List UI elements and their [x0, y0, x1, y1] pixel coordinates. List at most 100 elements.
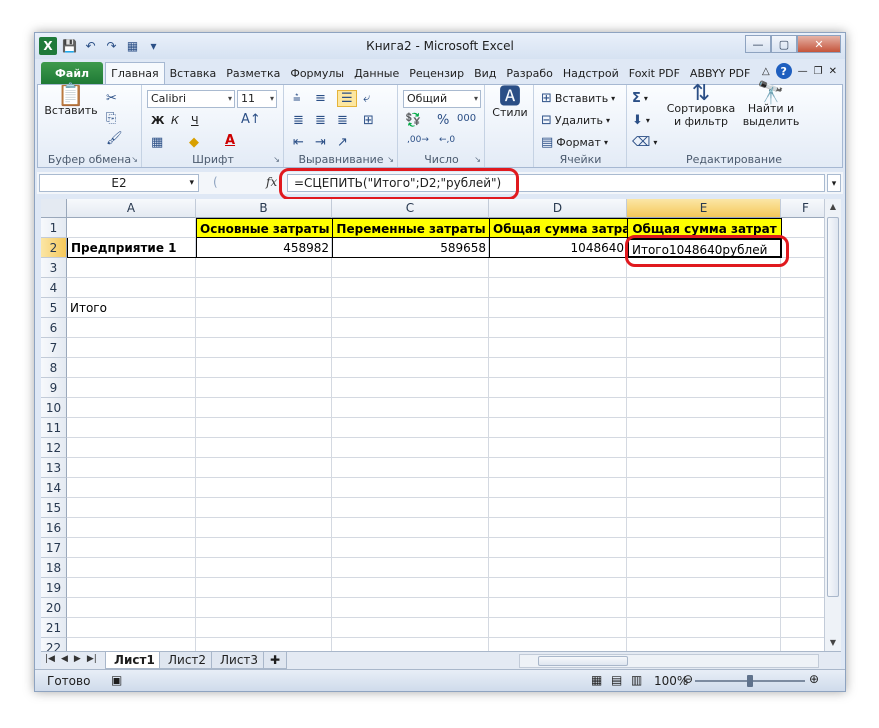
grid-cell[interactable] [489, 278, 627, 298]
grid-cell[interactable] [627, 458, 781, 478]
grid-cell[interactable] [489, 498, 627, 518]
clipboard-launcher-icon[interactable]: ↘ [131, 155, 138, 164]
row-header-4[interactable]: 4 [41, 278, 67, 298]
grid-cell[interactable] [67, 438, 196, 458]
wrap-text-icon[interactable]: ⤶ [363, 91, 370, 106]
formula-bar-splitter-icon[interactable]: ( [213, 175, 218, 189]
decrease-decimal-icon[interactable]: ←,0 [439, 135, 455, 145]
grid-cell[interactable] [489, 618, 627, 638]
column-header-e[interactable]: E [627, 199, 781, 218]
decrease-indent-icon[interactable]: ⇤ [293, 135, 304, 150]
grid-cell[interactable] [332, 358, 489, 378]
page-break-view-icon[interactable]: ▥ [631, 673, 642, 687]
grid-cell[interactable] [489, 438, 627, 458]
fill-color-icon[interactable]: ◆ [189, 135, 199, 150]
grid-cell[interactable] [332, 398, 489, 418]
row-header-12[interactable]: 12 [41, 438, 67, 458]
tab-foxit-pdf[interactable]: Foxit PDF [624, 62, 685, 84]
cell-a2[interactable]: Предприятие 1 [67, 238, 197, 258]
grid-cell[interactable] [332, 438, 489, 458]
grid-cell[interactable] [489, 258, 627, 278]
format-cells-button[interactable]: ▤ Формат ▾ [541, 135, 608, 150]
styles-button[interactable]: 🅰 Стили [488, 87, 532, 120]
grid-cell[interactable] [196, 358, 332, 378]
align-bottom-icon[interactable]: ☰ [337, 90, 357, 107]
tab-view[interactable]: Вид [469, 62, 501, 84]
grid-cell[interactable] [627, 298, 781, 318]
grid-cell[interactable] [196, 458, 332, 478]
row-header-14[interactable]: 14 [41, 478, 67, 498]
column-header-d[interactable]: D [489, 199, 627, 218]
grid-cell[interactable] [67, 218, 196, 238]
grid-cell[interactable] [67, 598, 196, 618]
grid-cell[interactable] [489, 458, 627, 478]
cell-c1[interactable]: Переменные затраты [332, 218, 490, 238]
autosum-icon[interactable]: Σ ▾ [632, 91, 648, 106]
tab-page-layout[interactable]: Разметка [221, 62, 285, 84]
grid-cell[interactable] [196, 578, 332, 598]
zoom-in-icon[interactable]: ⊕ [809, 672, 819, 686]
grid-cell[interactable] [627, 638, 781, 651]
grid-cell[interactable] [489, 558, 627, 578]
font-launcher-icon[interactable]: ↘ [273, 155, 280, 164]
tab-addins[interactable]: Надстрой [558, 62, 624, 84]
grid-cell[interactable] [627, 278, 781, 298]
column-header-a[interactable]: A [67, 199, 196, 218]
grid-cell[interactable] [196, 438, 332, 458]
window-restore-icon[interactable]: ❐ [814, 66, 823, 77]
grid-cell[interactable] [489, 398, 627, 418]
minimize-button[interactable]: — [745, 35, 771, 53]
zoom-slider-knob[interactable] [747, 675, 753, 687]
column-header-b[interactable]: B [196, 199, 332, 218]
grid-cell[interactable] [196, 518, 332, 538]
grid-cell[interactable] [489, 418, 627, 438]
grid-cell[interactable] [489, 318, 627, 338]
underline-button[interactable]: Ч [191, 114, 199, 127]
grid-cell[interactable] [627, 478, 781, 498]
font-color-icon[interactable]: A [225, 133, 235, 148]
grid-cell[interactable] [627, 338, 781, 358]
grid-cell[interactable] [196, 558, 332, 578]
grid-cell[interactable] [627, 398, 781, 418]
grid-cell[interactable] [489, 598, 627, 618]
row-header-10[interactable]: 10 [41, 398, 67, 418]
grid-cell[interactable] [489, 378, 627, 398]
sheet-tab-2[interactable]: Лист2 [159, 652, 216, 669]
next-sheet-icon[interactable]: ▶ [74, 654, 81, 664]
grid-cell[interactable] [627, 378, 781, 398]
close-button[interactable]: ✕ [797, 35, 841, 53]
grid-cell[interactable] [332, 578, 489, 598]
grid-cell[interactable] [67, 318, 196, 338]
grid-cell[interactable] [332, 258, 489, 278]
grid-cell[interactable] [196, 398, 332, 418]
format-painter-icon[interactable]: 🖌 [106, 131, 123, 146]
row-header-13[interactable]: 13 [41, 458, 67, 478]
normal-view-icon[interactable]: ▦ [591, 673, 602, 687]
grid-cell[interactable] [196, 638, 332, 651]
select-all-corner[interactable] [41, 199, 67, 218]
tab-formulas[interactable]: Формулы [285, 62, 349, 84]
align-top-icon[interactable]: ⩮ [293, 91, 301, 106]
row-header-8[interactable]: 8 [41, 358, 67, 378]
macro-record-icon[interactable]: ▣ [111, 673, 122, 687]
vertical-scroll-thumb[interactable] [827, 217, 839, 597]
expand-formula-bar-icon[interactable]: ▾ [827, 174, 841, 192]
horizontal-scrollbar[interactable] [519, 654, 819, 668]
cut-icon[interactable]: ✂ [106, 91, 117, 106]
insert-function-icon[interactable]: fx [266, 175, 277, 189]
tab-data[interactable]: Данные [349, 62, 404, 84]
increase-decimal-icon[interactable]: ,00→ [407, 135, 429, 145]
row-header-6[interactable]: 6 [41, 318, 67, 338]
grid-cell[interactable] [489, 358, 627, 378]
last-sheet-icon[interactable]: ▶| [87, 654, 97, 664]
row-header-9[interactable]: 9 [41, 378, 67, 398]
zoom-out-icon[interactable]: ⊖ [683, 672, 693, 686]
grid-cell[interactable] [627, 618, 781, 638]
align-middle-icon[interactable]: ≡ [315, 91, 326, 106]
grid-cell[interactable] [196, 418, 332, 438]
grid-cell[interactable] [196, 498, 332, 518]
font-grow-icon[interactable]: A↑ [241, 112, 261, 127]
row-header-1[interactable]: 1 [41, 218, 67, 238]
grid-cell[interactable] [332, 618, 489, 638]
window-minimize-icon[interactable]: — [798, 66, 808, 77]
